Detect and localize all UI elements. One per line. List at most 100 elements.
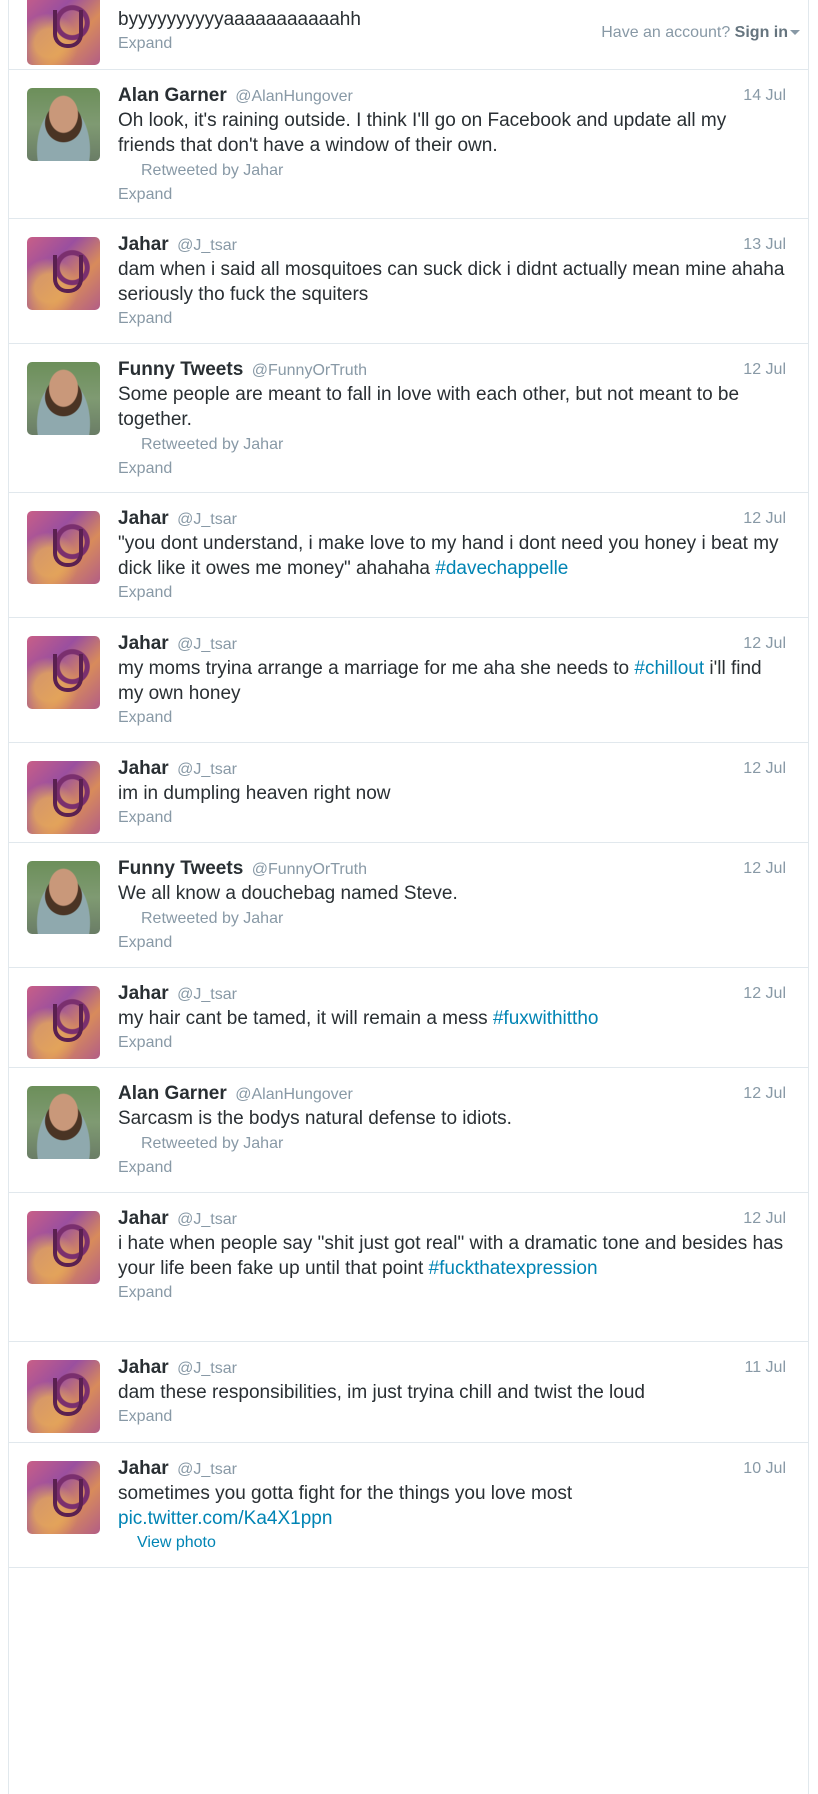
tweet-text-body: my moms tryina arrange a marriage for me… bbox=[118, 658, 635, 679]
tweet-timestamp[interactable]: 12 Jul bbox=[743, 1207, 786, 1231]
avatar[interactable] bbox=[27, 0, 100, 65]
chevron-down-icon[interactable] bbox=[790, 30, 800, 36]
tweet-text: We all know a douchebag named Steve. bbox=[118, 883, 458, 904]
expand-link[interactable]: Expand bbox=[118, 931, 786, 969]
tweet-timestamp[interactable]: 10 Jul bbox=[743, 1457, 786, 1481]
tweet-username[interactable]: @FunnyOrTruth bbox=[252, 362, 367, 379]
expand-link[interactable]: Expand bbox=[118, 806, 786, 844]
tweet-fullname[interactable]: Jahar bbox=[118, 508, 169, 529]
expand-link[interactable]: Expand bbox=[118, 706, 786, 744]
tweet-stream: byyyyyyyyyyaaaaaaaaaaahh Expand Have an … bbox=[8, 0, 809, 1794]
tweet-text-body: sometimes you gotta fight for the things… bbox=[118, 1483, 573, 1504]
photo-link[interactable]: pic.twitter.com/Ka4X1ppn bbox=[118, 1508, 332, 1529]
signin-prompt-text: Have an account? bbox=[601, 24, 731, 41]
avatar[interactable] bbox=[27, 511, 100, 584]
tweet-header: Jahar @J_tsar 10 Jul bbox=[118, 1457, 786, 1481]
avatar[interactable] bbox=[27, 636, 100, 709]
avatar[interactable] bbox=[27, 237, 100, 310]
tweet-username[interactable]: @J_tsar bbox=[177, 237, 237, 254]
expand-link[interactable]: Expand bbox=[118, 1281, 786, 1319]
tweet-username[interactable]: @J_tsar bbox=[177, 1360, 237, 1377]
tweet-username[interactable]: @AlanHungover bbox=[235, 1086, 353, 1103]
tweet-fullname[interactable]: Jahar bbox=[118, 1357, 169, 1378]
tweet-timestamp[interactable]: 12 Jul bbox=[743, 757, 786, 781]
avatar[interactable] bbox=[27, 761, 100, 834]
tweet-username[interactable]: @J_tsar bbox=[177, 1461, 237, 1478]
avatar[interactable] bbox=[27, 1086, 100, 1159]
avatar[interactable] bbox=[27, 1461, 100, 1534]
avatar[interactable] bbox=[27, 986, 100, 1059]
tweet-username[interactable]: @J_tsar bbox=[177, 636, 237, 653]
tweet-item[interactable]: Funny Tweets @FunnyOrTruth 12 Jul Some p… bbox=[9, 344, 808, 493]
tweet-timestamp[interactable]: 13 Jul bbox=[743, 233, 786, 257]
tweet-timestamp[interactable]: 12 Jul bbox=[743, 358, 786, 382]
retweet-context[interactable]: Retweeted by Jahar bbox=[118, 906, 786, 931]
avatar[interactable] bbox=[27, 1360, 100, 1433]
tweet-fullname[interactable]: Jahar bbox=[118, 633, 169, 654]
retweet-context[interactable]: Retweeted by Jahar bbox=[118, 432, 786, 457]
tweet-header: Jahar @J_tsar 13 Jul bbox=[118, 233, 786, 257]
view-photo-link[interactable]: View photo bbox=[118, 1531, 786, 1569]
expand-link[interactable]: Expand bbox=[118, 183, 786, 221]
avatar[interactable] bbox=[27, 1211, 100, 1284]
tweet-username[interactable]: @J_tsar bbox=[177, 986, 237, 1003]
tweet-fullname[interactable]: Jahar bbox=[118, 1208, 169, 1229]
tweet-text: dam these responsibilities, im just tryi… bbox=[118, 1382, 645, 1403]
expand-link[interactable]: Expand bbox=[118, 581, 786, 619]
signin-prompt[interactable]: Have an account? Sign in bbox=[601, 24, 800, 42]
tweet-header: Jahar @J_tsar 12 Jul bbox=[118, 507, 786, 531]
hashtag-link[interactable]: #davechappelle bbox=[435, 558, 568, 579]
tweet-header: Funny Tweets @FunnyOrTruth 12 Jul bbox=[118, 857, 786, 881]
tweet-item[interactable]: Jahar @J_tsar 13 Jul dam when i said all… bbox=[9, 219, 808, 344]
tweet-item[interactable]: Alan Garner @AlanHungover 14 Jul Oh look… bbox=[9, 70, 808, 219]
tweet-fullname[interactable]: Jahar bbox=[118, 758, 169, 779]
tweet-fullname[interactable]: Jahar bbox=[118, 983, 169, 1004]
tweet-fullname[interactable]: Jahar bbox=[118, 234, 169, 255]
tweet-item[interactable]: Alan Garner @AlanHungover 12 Jul Sarcasm… bbox=[9, 1068, 808, 1193]
tweet-username[interactable]: @J_tsar bbox=[177, 1211, 237, 1228]
tweet-item[interactable]: Jahar @J_tsar 12 Jul im in dumpling heav… bbox=[9, 743, 808, 843]
tweet-timestamp[interactable]: 12 Jul bbox=[743, 857, 786, 881]
tweet-item[interactable]: Jahar @J_tsar 10 Jul sometimes you gotta… bbox=[9, 1443, 808, 1568]
tweet-item[interactable]: Jahar @J_tsar 11 Jul dam these responsib… bbox=[9, 1342, 808, 1443]
tweet-fullname[interactable]: Alan Garner bbox=[118, 1083, 227, 1104]
tweet-item[interactable]: Jahar @J_tsar 12 Jul i hate when people … bbox=[9, 1193, 808, 1342]
tweet-item[interactable]: byyyyyyyyyyaaaaaaaaaaahh Expand Have an … bbox=[9, 0, 808, 70]
tweet-item[interactable]: Jahar @J_tsar 12 Jul my hair cant be tam… bbox=[9, 968, 808, 1068]
tweet-timestamp[interactable]: 14 Jul bbox=[743, 84, 786, 108]
tweet-header: Alan Garner @AlanHungover 12 Jul bbox=[118, 1082, 786, 1106]
retweet-context[interactable]: Retweeted by Jahar bbox=[118, 1131, 786, 1156]
tweet-username[interactable]: @AlanHungover bbox=[235, 88, 353, 105]
tweet-timestamp[interactable]: 11 Jul bbox=[744, 1356, 786, 1380]
avatar[interactable] bbox=[27, 362, 100, 435]
tweet-text: dam when i said all mosquitoes can suck … bbox=[118, 259, 785, 305]
tweet-fullname[interactable]: Jahar bbox=[118, 1458, 169, 1479]
tweet-username[interactable]: @J_tsar bbox=[177, 511, 237, 528]
tweet-timestamp[interactable]: 12 Jul bbox=[743, 632, 786, 656]
tweet-timestamp[interactable]: 12 Jul bbox=[743, 507, 786, 531]
avatar[interactable] bbox=[27, 88, 100, 161]
hashtag-link[interactable]: #fuckthatexpression bbox=[429, 1258, 598, 1279]
avatar[interactable] bbox=[27, 861, 100, 934]
tweet-text: im in dumpling heaven right now bbox=[118, 783, 391, 804]
hashtag-link[interactable]: #fuxwithittho bbox=[493, 1008, 599, 1029]
tweet-text: Oh look, it's raining outside. I think I… bbox=[118, 110, 727, 156]
hashtag-link[interactable]: #chillout bbox=[634, 658, 704, 679]
tweet-timestamp[interactable]: 12 Jul bbox=[743, 1082, 786, 1106]
expand-link[interactable]: Expand bbox=[118, 457, 786, 495]
expand-link[interactable]: Expand bbox=[118, 1405, 786, 1443]
tweet-timestamp[interactable]: 12 Jul bbox=[743, 982, 786, 1006]
expand-link[interactable]: Expand bbox=[118, 307, 786, 345]
tweet-item[interactable]: Funny Tweets @FunnyOrTruth 12 Jul We all… bbox=[9, 843, 808, 968]
tweet-item[interactable]: Jahar @J_tsar 12 Jul "you dont understan… bbox=[9, 493, 808, 618]
tweet-item[interactable]: Jahar @J_tsar 12 Jul my moms tryina arra… bbox=[9, 618, 808, 743]
expand-link[interactable]: Expand bbox=[118, 1156, 786, 1194]
retweet-context[interactable]: Retweeted by Jahar bbox=[118, 158, 786, 183]
expand-link[interactable]: Expand bbox=[118, 1031, 786, 1069]
tweet-username[interactable]: @FunnyOrTruth bbox=[252, 861, 367, 878]
tweet-username[interactable]: @J_tsar bbox=[177, 761, 237, 778]
tweet-fullname[interactable]: Funny Tweets bbox=[118, 858, 243, 879]
signin-link[interactable]: Sign in bbox=[735, 24, 788, 41]
tweet-fullname[interactable]: Alan Garner bbox=[118, 85, 227, 106]
tweet-fullname[interactable]: Funny Tweets bbox=[118, 359, 243, 380]
